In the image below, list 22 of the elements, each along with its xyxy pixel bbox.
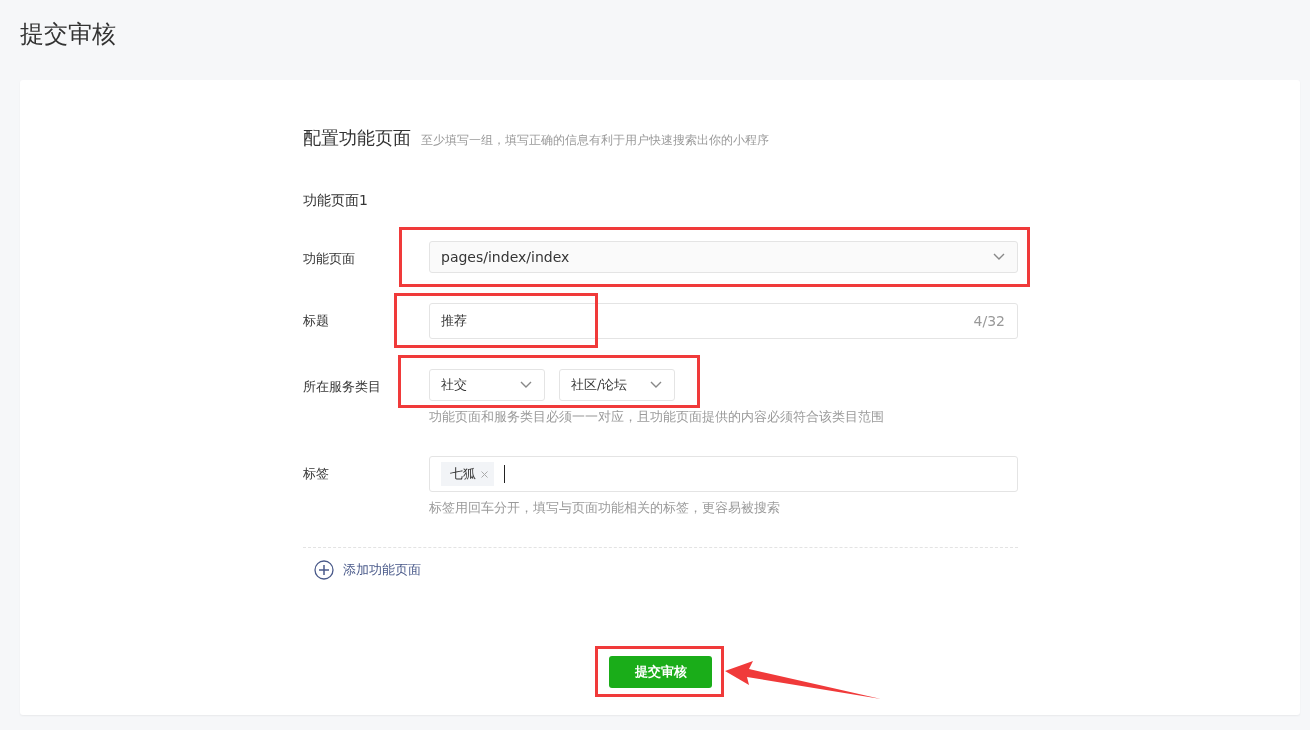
field-label: 标题 [303,312,330,330]
page-select[interactable]: pages/index/index [429,241,1018,273]
section-hint: 至少填写一组，填写正确的信息有利于用户快速搜索出你的小程序 [421,132,769,149]
add-page-link[interactable]: 添加功能页面 [314,560,421,580]
tag-input[interactable]: 七狐 [429,456,1018,492]
category-select[interactable]: 社区/论坛 [559,369,675,401]
tag-chip: 七狐 [441,462,494,486]
field-hint: 标签用回车分开，填写与页面功能相关的标签，更容易被搜索 [429,499,781,517]
field-label: 功能页面 [303,250,356,268]
category-select[interactable]: 社交 [429,369,545,401]
group-title: 功能页面1 [303,192,369,210]
chevron-down-icon [993,253,1005,261]
text-cursor [504,465,505,483]
close-icon[interactable] [481,470,488,478]
title-input[interactable]: 推荐 4/32 [429,303,1018,339]
plus-circle-icon [314,560,334,580]
chevron-down-icon [520,381,532,389]
chevron-down-icon [650,381,662,389]
field-label: 标签 [303,465,330,483]
section-title: 配置功能页面 [303,126,411,150]
page-title: 提交审核 [20,19,117,50]
field-label: 所在服务类目 [303,378,382,396]
